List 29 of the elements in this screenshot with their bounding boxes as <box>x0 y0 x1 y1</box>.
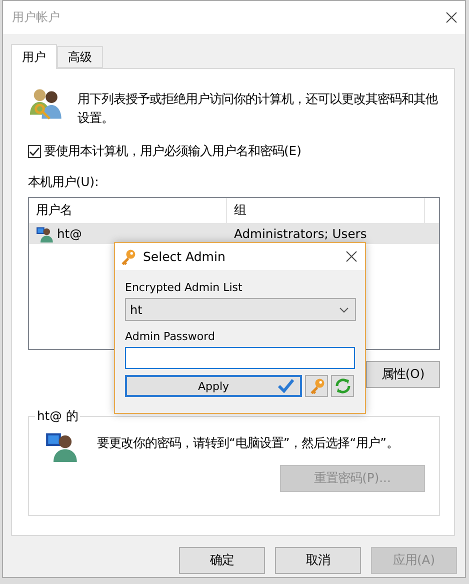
admin-select[interactable]: ht <box>125 298 356 321</box>
password-label: Admin Password <box>125 330 216 343</box>
user-group: Administrators; Users <box>234 226 367 240</box>
intro-text: 用下列表授予或拒绝用户访问你的计算机，还可以更改其密码和其他设置。 <box>77 91 439 127</box>
properties-button[interactable]: 属性(O) <box>366 361 440 388</box>
user-computer-icon <box>36 224 54 242</box>
tab[interactable]: 用户 <box>11 44 57 69</box>
dialog-button[interactable]: 确定 <box>179 547 265 574</box>
user-name: ht@ <box>57 226 82 240</box>
checkbox-label: 要使用本计算机，用户必须输入用户名和密码(E) <box>44 143 302 160</box>
window-title: 用户帐户 <box>12 9 60 26</box>
tab[interactable]: 高级 <box>57 46 103 68</box>
dialog-title: Select Admin <box>143 249 226 264</box>
dialog-button[interactable]: 取消 <box>275 547 361 574</box>
refresh-button[interactable] <box>331 375 354 397</box>
apply-button[interactable]: Apply <box>125 375 302 397</box>
users-label: 本机用户(U): <box>28 174 100 191</box>
close-icon[interactable] <box>446 12 457 23</box>
user-row[interactable]: ht@ Administrators; Users <box>29 223 439 244</box>
chevron-down-icon <box>339 306 349 312</box>
password-field[interactable] <box>125 347 355 369</box>
refresh-icon <box>334 377 352 395</box>
group-legend: ht@ 的 <box>35 408 80 425</box>
checkbox[interactable] <box>28 145 41 158</box>
key-icon <box>308 377 326 395</box>
password-hint: 要更改你的密码，请转到“电脑设置”，然后选择“用户”。 <box>97 435 398 452</box>
close-icon[interactable] <box>346 251 357 262</box>
admin-list-label: Encrypted Admin List <box>125 281 244 294</box>
checkmark-icon <box>278 379 294 393</box>
